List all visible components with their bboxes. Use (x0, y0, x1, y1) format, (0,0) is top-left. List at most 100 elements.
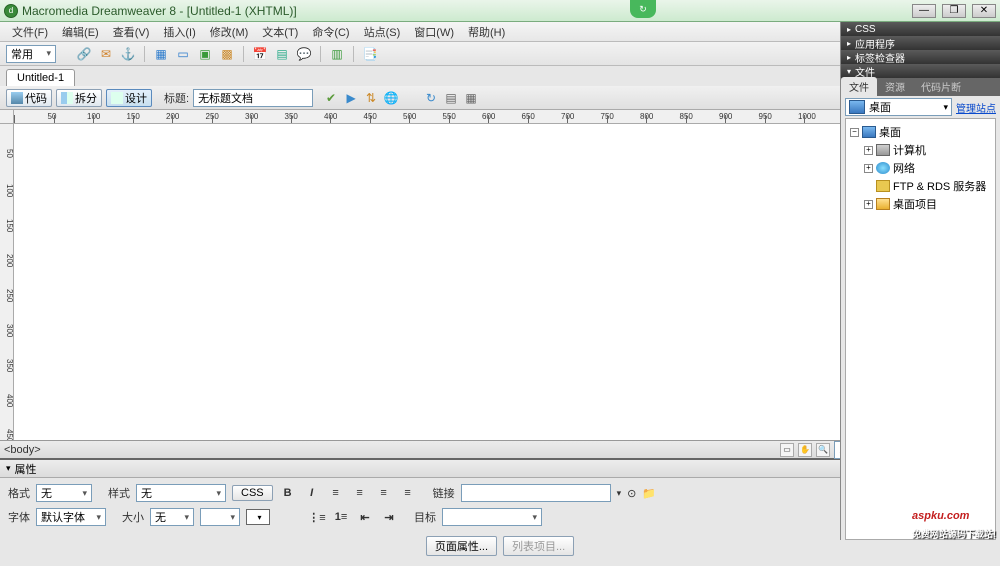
expand-icon[interactable]: + (864, 146, 873, 155)
document-title-input[interactable] (193, 89, 313, 107)
tag-inspector-panel-header[interactable]: 标签检查器 (841, 50, 1000, 64)
server-include-icon[interactable]: ▤ (274, 46, 290, 62)
menu-window[interactable]: 窗口(W) (408, 22, 460, 42)
style-combo[interactable]: 无 (136, 484, 226, 502)
computer-icon (876, 144, 890, 156)
tree-row[interactable]: FTP & RDS 服务器 (850, 177, 991, 195)
media-icon[interactable]: ▩ (219, 46, 235, 62)
snippets-tab[interactable]: 代码片断 (913, 77, 969, 96)
outdent-button[interactable]: ⇤ (356, 508, 374, 526)
maximize-button[interactable]: ❐ (942, 4, 966, 18)
format-label: 格式 (8, 485, 30, 501)
bold-button[interactable]: B (279, 484, 297, 502)
format-combo[interactable]: 无 (36, 484, 92, 502)
folder-icon (876, 198, 890, 210)
tag-selector[interactable]: <body> (4, 444, 41, 456)
design-view-button[interactable]: 设计 (106, 89, 152, 107)
view-options-icon[interactable]: ▤ (443, 90, 459, 106)
anchor-icon[interactable]: ⚓ (120, 46, 136, 62)
code-view-button[interactable]: 代码 (6, 89, 52, 107)
browse-folder-icon[interactable]: 📁 (642, 487, 656, 500)
side-panel-group: CSS 应用程序 标签检查器 文件 文件 资源 代码片断 桌面 管理站点 −桌面… (840, 22, 1000, 540)
assets-tab[interactable]: 资源 (877, 77, 913, 96)
italic-button[interactable]: I (303, 484, 321, 502)
align-justify-button[interactable]: ≡ (399, 484, 417, 502)
tree-row[interactable]: −桌面 (850, 123, 991, 141)
preview-icon[interactable]: 🌐 (383, 90, 399, 106)
hand-tool-icon[interactable]: ✋ (798, 443, 812, 457)
css-button[interactable]: CSS (232, 485, 273, 501)
insert-category-combo[interactable]: 常用 (6, 45, 56, 63)
file-management-icon[interactable]: ⇅ (363, 90, 379, 106)
align-center-button[interactable]: ≡ (351, 484, 369, 502)
menu-file[interactable]: 文件(F) (6, 22, 54, 42)
tree-row[interactable]: +网络 (850, 159, 991, 177)
no-browser-check-icon[interactable]: ✔ (323, 90, 339, 106)
target-combo[interactable] (442, 508, 542, 526)
files-tree[interactable]: −桌面 +计算机 +网络 FTP & RDS 服务器 +桌面项目 (845, 118, 996, 540)
link-dropdown-icon[interactable]: ▾ (617, 488, 622, 499)
split-view-button[interactable]: 拆分 (56, 89, 102, 107)
tree-row[interactable]: +计算机 (850, 141, 991, 159)
templates-icon[interactable]: ▥ (329, 46, 345, 62)
image-icon[interactable]: ▣ (197, 46, 213, 62)
align-right-button[interactable]: ≡ (375, 484, 393, 502)
ordered-list-button[interactable]: 1≡ (332, 508, 350, 526)
link-label: 链接 (433, 485, 455, 501)
close-button[interactable]: ✕ (972, 4, 996, 18)
menu-help[interactable]: 帮助(H) (462, 22, 511, 42)
font-combo[interactable]: 默认字体 (36, 508, 106, 526)
separator (243, 46, 244, 62)
separator (144, 46, 145, 62)
email-link-icon[interactable]: ✉ (98, 46, 114, 62)
tag-chooser-icon[interactable]: 📑 (362, 46, 378, 62)
validate-icon[interactable]: ▶ (343, 90, 359, 106)
menu-text[interactable]: 文本(T) (256, 22, 304, 42)
menu-site[interactable]: 站点(S) (358, 22, 407, 42)
menu-command[interactable]: 命令(C) (306, 22, 355, 42)
expand-icon[interactable]: + (864, 200, 873, 209)
menu-edit[interactable]: 编辑(E) (56, 22, 105, 42)
refresh-icon[interactable]: ↻ (423, 90, 439, 106)
menu-modify[interactable]: 修改(M) (204, 22, 255, 42)
application-panel-header[interactable]: 应用程序 (841, 36, 1000, 50)
site-combo[interactable]: 桌面 (845, 98, 952, 116)
hyperlink-icon[interactable]: 🔗 (76, 46, 92, 62)
comment-icon[interactable]: 💬 (296, 46, 312, 62)
size-unit-combo[interactable] (200, 508, 240, 526)
manage-sites-link[interactable]: 管理站点 (956, 100, 996, 115)
point-to-file-icon[interactable]: ⊙ (627, 487, 636, 500)
separator (353, 46, 354, 62)
font-label: 字体 (8, 509, 30, 525)
document-tab[interactable]: Untitled-1 (6, 69, 75, 86)
collapse-icon[interactable]: − (850, 128, 859, 137)
size-combo[interactable]: 无 (150, 508, 194, 526)
unordered-list-button[interactable]: ⋮≡ (308, 508, 326, 526)
menu-view[interactable]: 查看(V) (107, 22, 156, 42)
expand-icon[interactable]: + (864, 164, 873, 173)
date-icon[interactable]: 📅 (252, 46, 268, 62)
style-label: 样式 (108, 485, 130, 501)
vertical-ruler: 50100150200250300350400450 (0, 124, 14, 440)
align-left-button[interactable]: ≡ (327, 484, 345, 502)
visual-aids-icon[interactable]: ▦ (463, 90, 479, 106)
network-icon (876, 162, 890, 174)
page-properties-button[interactable]: 页面属性... (426, 536, 497, 556)
css-panel-header[interactable]: CSS (841, 22, 1000, 36)
ruler-corner (0, 110, 14, 124)
tree-row[interactable]: +桌面项目 (850, 195, 991, 213)
files-panel-header[interactable]: 文件 (841, 64, 1000, 78)
list-items-button: 列表项目... (503, 536, 574, 556)
window-title: Macromedia Dreamweaver 8 - [Untitled-1 (… (22, 4, 297, 18)
link-input[interactable] (461, 484, 611, 502)
table-icon[interactable]: ▦ (153, 46, 169, 62)
text-color-picker[interactable] (246, 509, 270, 525)
center-pill-icon[interactable]: ↻ (630, 0, 656, 18)
menu-insert[interactable]: 插入(I) (157, 22, 201, 42)
minimize-button[interactable]: — (912, 4, 936, 18)
files-tab[interactable]: 文件 (841, 77, 877, 96)
indent-button[interactable]: ⇥ (380, 508, 398, 526)
select-tool-icon[interactable]: ▭ (780, 443, 794, 457)
zoom-tool-icon[interactable]: 🔍 (816, 443, 830, 457)
div-icon[interactable]: ▭ (175, 46, 191, 62)
